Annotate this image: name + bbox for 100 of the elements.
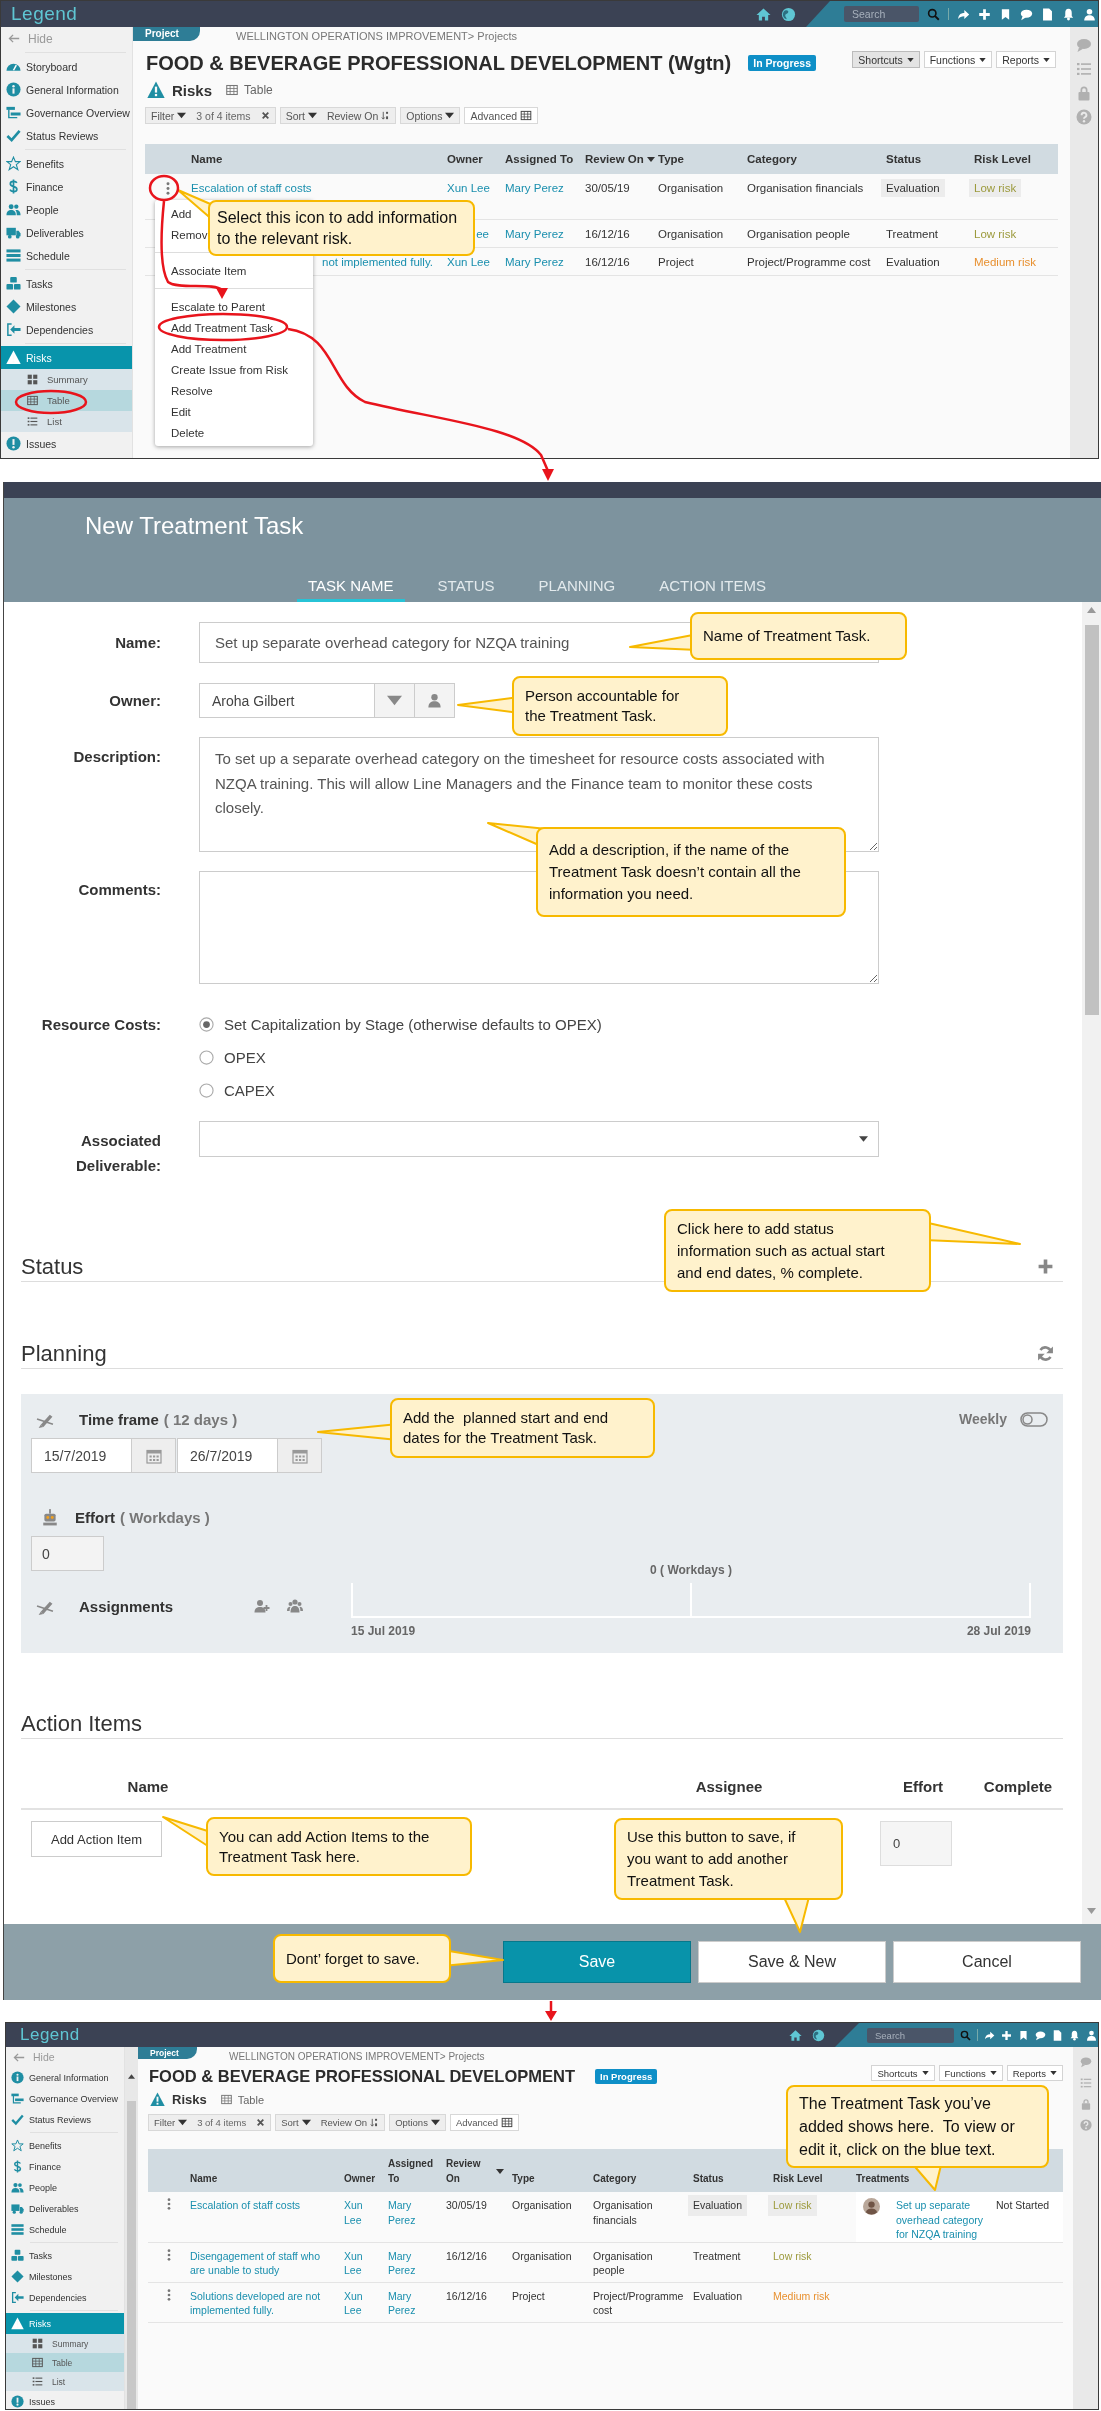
menu-item[interactable]: Resolve <box>171 380 213 401</box>
filter-button[interactable]: Filter <box>146 108 192 123</box>
sidebar-item[interactable]: Status Reviews <box>6 2109 124 2130</box>
scrollbar[interactable] <box>1082 602 1101 1924</box>
sidebar-item[interactable]: Governance Overview <box>1 101 132 124</box>
globe-icon[interactable] <box>812 2028 825 2042</box>
menu-item[interactable]: Delete <box>171 422 205 443</box>
column-header[interactable]: Name <box>190 2171 344 2186</box>
assignee-link[interactable]: Mary Perez <box>505 182 564 194</box>
advanced-button[interactable]: Advanced <box>464 107 539 124</box>
assignee-link[interactable]: Mary Perez <box>388 2198 428 2227</box>
dropdown-button[interactable] <box>375 683 415 718</box>
sidebar-subitem[interactable]: Table <box>6 2353 124 2372</box>
menu-item[interactable]: Associate Item <box>171 260 247 281</box>
owner-link[interactable]: Xun Lee <box>447 182 490 194</box>
menu-button[interactable]: Shortcuts <box>852 51 920 68</box>
save-button[interactable]: Save <box>503 1941 691 1983</box>
advanced-button[interactable]: Advanced <box>449 2114 520 2131</box>
scroll-thumb[interactable] <box>127 2101 136 2409</box>
options-button[interactable]: Options <box>401 108 460 123</box>
sidebar-item[interactable]: Deliverables <box>6 2198 124 2219</box>
sidebar-item[interactable]: General Information <box>1 78 132 101</box>
menu-button[interactable]: Reports <box>1006 2065 1063 2081</box>
sidebar-item[interactable]: Finance <box>6 2156 124 2177</box>
assignee-link[interactable]: Mary Perez <box>505 228 564 240</box>
search-icon[interactable] <box>927 7 940 21</box>
search-field[interactable]: Search <box>867 2027 954 2043</box>
user-icon[interactable] <box>1086 2029 1097 2041</box>
menu-item[interactable]: Create Issue from Risk <box>171 359 288 380</box>
sidebar-item[interactable]: Schedule <box>6 2219 124 2240</box>
sidebar-item[interactable]: Benefits <box>6 2135 124 2156</box>
document-icon[interactable] <box>1052 2029 1063 2041</box>
filter-button[interactable]: Filter <box>149 2115 193 2130</box>
toggle-switch[interactable] <box>1020 1411 1048 1427</box>
breadcrumb[interactable]: WELLINGTON OPERATIONS IMPROVEMENT> Projects <box>229 2047 485 2062</box>
column-header[interactable]: Assigned To <box>388 2156 446 2186</box>
owner-link[interactable]: ee <box>476 228 489 240</box>
sidebar-item[interactable]: Tasks <box>6 2245 124 2266</box>
scrollbar[interactable] <box>125 2047 138 2409</box>
end-date-field[interactable]: 26/7/2019 <box>177 1438 278 1473</box>
column-header[interactable]: Risk Level <box>974 153 1058 165</box>
column-header[interactable]: Assigned To <box>505 153 585 165</box>
document-icon[interactable] <box>1041 7 1054 21</box>
menu-item[interactable]: Add Treatment Task <box>171 317 274 338</box>
globe-icon[interactable] <box>781 6 796 22</box>
breadcrumb[interactable]: WELLINGTON OPERATIONS IMPROVEMENT> Projects <box>236 30 518 42</box>
bell-icon[interactable] <box>1069 2029 1080 2041</box>
menu-item[interactable]: Add <box>171 203 192 224</box>
sort-button[interactable]: Sort <box>280 108 322 123</box>
view-label[interactable]: Table <box>244 83 273 97</box>
kebab-icon[interactable] <box>167 2288 171 2301</box>
menu-item[interactable]: Add Treatment <box>171 338 247 359</box>
owner-link[interactable]: Xun Lee <box>447 256 490 268</box>
kebab-icon[interactable] <box>166 182 170 195</box>
menu-button[interactable]: Functions <box>923 51 993 68</box>
chat-icon[interactable] <box>1035 2029 1046 2041</box>
owner-link[interactable]: Xun Lee <box>344 2248 378 2278</box>
view-label[interactable]: Table <box>237 2093 264 2106</box>
add-person-icon[interactable] <box>253 1598 271 1614</box>
column-header[interactable]: Status <box>886 153 974 165</box>
risk-name-link[interactable]: not implemented fully. <box>322 256 433 268</box>
owner-link[interactable]: Xun Lee <box>344 2288 378 2318</box>
start-date-field[interactable]: 15/7/2019 <box>31 1438 132 1473</box>
menu-button[interactable]: Functions <box>938 2065 1003 2081</box>
sidebar-item[interactable]: Dependencies <box>6 2287 124 2308</box>
sidebar-subitem[interactable]: Summary <box>6 2334 124 2353</box>
column-header[interactable]: Treatments <box>856 2171 1063 2186</box>
sidebar-item[interactable]: Risks <box>6 2313 124 2334</box>
plus-icon[interactable] <box>978 7 991 21</box>
menu-item[interactable]: Edit <box>171 401 191 422</box>
column-header[interactable]: Category <box>747 153 886 165</box>
home-icon[interactable] <box>789 2028 802 2042</box>
sidebar-item[interactable]: Milestones <box>6 2266 124 2287</box>
sidebar-item[interactable]: People <box>1 198 132 221</box>
kebab-icon[interactable] <box>167 2248 171 2261</box>
scroll-thumb[interactable] <box>1084 625 1099 1015</box>
calendar-button[interactable] <box>132 1438 176 1473</box>
sidebar-item[interactable]: Deliverables <box>1 221 132 244</box>
person-button[interactable] <box>415 683 455 718</box>
column-header[interactable]: Status <box>693 2171 773 2186</box>
sort-field-button[interactable]: Review On <box>321 108 396 123</box>
radio-option[interactable]: CAPEX <box>199 1074 602 1107</box>
owner-link[interactable]: Xun Lee <box>344 2198 378 2227</box>
risk-name-link[interactable]: Escalation of staff costs <box>190 2198 336 2213</box>
plus-icon[interactable] <box>1001 2029 1012 2041</box>
sidebar-item[interactable]: Tasks <box>1 272 132 295</box>
bookmark-icon[interactable] <box>1018 2029 1029 2041</box>
chat-icon[interactable] <box>1020 7 1033 21</box>
share-icon[interactable] <box>984 2029 995 2041</box>
menu-item[interactable]: Escalate to Parent <box>171 296 265 317</box>
sidebar-subitem[interactable]: Summary <box>1 369 132 390</box>
owner-field[interactable]: Aroha Gilbert <box>199 683 375 718</box>
treatment-link[interactable]: Set up separate overhead category for NZQA training <box>896 2198 993 2242</box>
group-icon[interactable] <box>286 1598 304 1614</box>
column-header[interactable]: Risk Level <box>773 2171 856 2186</box>
sidebar-item[interactable]: Finance <box>1 175 132 198</box>
sidebar-item[interactable]: General Information <box>6 2067 124 2088</box>
assignee-link[interactable]: Mary Perez <box>388 2248 428 2278</box>
share-icon[interactable] <box>957 7 970 21</box>
effort-field[interactable]: 0 <box>31 1536 104 1571</box>
